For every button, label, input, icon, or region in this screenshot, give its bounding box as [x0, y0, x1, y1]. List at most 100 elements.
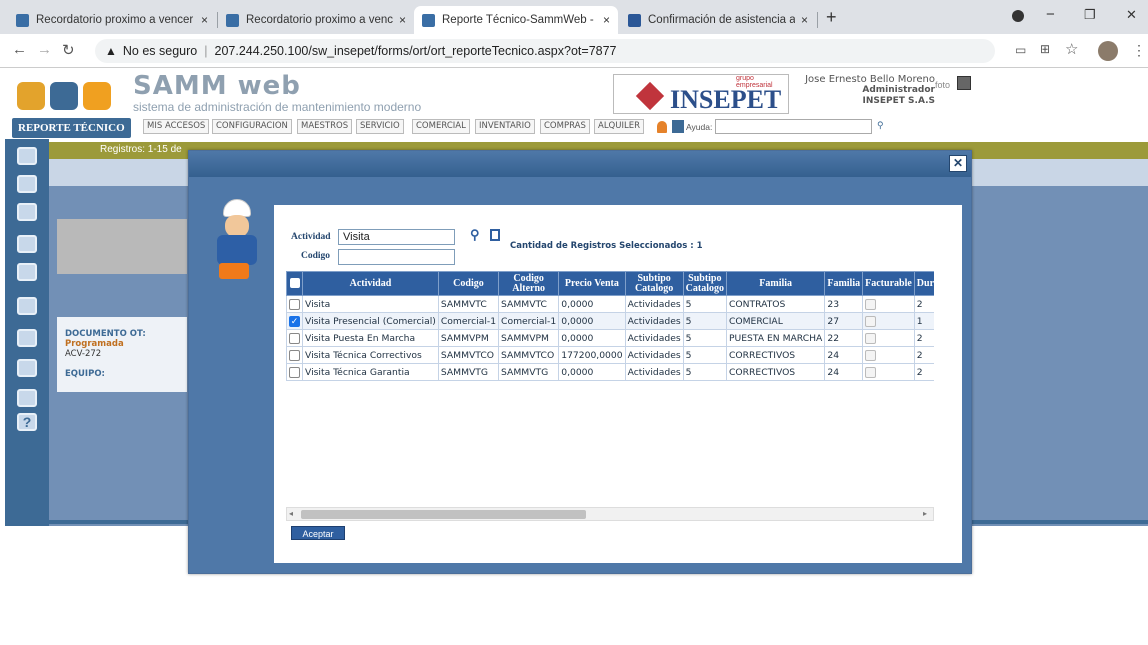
- calendar-icon[interactable]: [17, 389, 37, 407]
- profile-indicator-icon[interactable]: [1012, 10, 1024, 22]
- row-select-checkbox[interactable]: [289, 349, 300, 361]
- delete-icon[interactable]: [17, 297, 37, 315]
- menu-dots-icon[interactable]: ⋮: [1132, 42, 1146, 59]
- actividad-input[interactable]: Visita: [338, 229, 455, 245]
- select-all-checkbox[interactable]: [289, 278, 300, 289]
- search-icon[interactable]: [17, 203, 37, 221]
- table-row[interactable]: Visita Técnica Correctivos SAMMVTCO SAMMVT…: [286, 346, 934, 364]
- column-header[interactable]: Subtipo Catalogo: [624, 271, 684, 296]
- facturable-checkbox[interactable]: [865, 349, 877, 361]
- browser-tab-3[interactable]: Reporte Técnico-SammWeb - sist ×: [414, 6, 618, 34]
- close-icon[interactable]: ×: [603, 13, 610, 27]
- copy-icon[interactable]: [17, 175, 37, 193]
- table-row[interactable]: Visita SAMMVTC SAMMVTC 0,0000 Actividades 5 CO…: [286, 295, 934, 313]
- forward-icon[interactable]: →: [37, 41, 52, 58]
- url-bar[interactable]: ▲ No es seguro | 207.244.250.100/sw_inse…: [95, 39, 995, 63]
- menu-item-compras[interactable]: COMPRAS: [540, 119, 590, 134]
- scrollbar-thumb[interactable]: [301, 510, 586, 519]
- warning-icon: ▲: [105, 44, 117, 58]
- column-header[interactable]: Familia: [824, 271, 864, 296]
- menu-item-comercial[interactable]: COMERCIAL: [412, 119, 470, 134]
- column-header[interactable]: Subtipo Catalogo: [682, 271, 727, 296]
- select-cell[interactable]: [286, 346, 303, 364]
- security-label: No es seguro: [122, 44, 198, 58]
- column-header[interactable]: Duracion: [913, 271, 934, 296]
- menu-item-mis-accesos[interactable]: MIS ACCESOS: [143, 119, 210, 134]
- tool-icon[interactable]: [17, 235, 37, 253]
- bell-icon[interactable]: [657, 121, 667, 133]
- column-header[interactable]: Actividad: [302, 271, 439, 296]
- calendar-icon[interactable]: [672, 120, 684, 133]
- back-icon[interactable]: ←: [12, 41, 27, 58]
- new-document-icon[interactable]: [490, 229, 500, 241]
- column-header[interactable]: Precio Venta: [558, 271, 626, 296]
- table-row[interactable]: Visita Puesta En Marcha SAMMVPM SAMMVPM 0,0…: [286, 329, 934, 347]
- menu-item-inventario[interactable]: INVENTARIO: [475, 119, 535, 134]
- new-tab-button[interactable]: +: [826, 7, 837, 28]
- subtipo-id-cell: 5: [682, 295, 727, 313]
- browser-tab-4[interactable]: Confirmación de asistencia al eve ×: [620, 6, 816, 34]
- bookmark-star-icon[interactable]: ☆: [1065, 40, 1078, 58]
- new-document-icon[interactable]: [17, 147, 37, 165]
- select-all-column[interactable]: [286, 271, 303, 296]
- facturable-checkbox[interactable]: [865, 298, 877, 310]
- facturable-checkbox[interactable]: [865, 315, 877, 327]
- column-header[interactable]: Codigo Alterno: [498, 271, 560, 296]
- facturable-cell[interactable]: [862, 329, 915, 347]
- window-close-button[interactable]: ✕: [1126, 7, 1137, 23]
- row-select-checkbox[interactable]: [289, 332, 300, 344]
- select-cell[interactable]: ✓: [286, 312, 303, 330]
- menu-item-alquiler[interactable]: ALQUILER: [594, 119, 644, 134]
- maximize-button[interactable]: ❐: [1084, 7, 1096, 23]
- facturable-cell[interactable]: [862, 295, 915, 313]
- row-select-checkbox[interactable]: ✓: [289, 315, 300, 327]
- menu-item-configuracion[interactable]: CONFIGURACION: [212, 119, 292, 134]
- column-header[interactable]: Codigo: [437, 271, 500, 296]
- qr-icon[interactable]: ⊞: [1040, 42, 1050, 56]
- menu-item-maestros[interactable]: MAESTROS: [297, 119, 353, 134]
- row-select-checkbox[interactable]: [289, 366, 300, 378]
- print-icon[interactable]: [17, 263, 37, 281]
- minimize-button[interactable]: −: [1046, 6, 1055, 23]
- facturable-checkbox[interactable]: [865, 332, 877, 344]
- select-cell[interactable]: [286, 329, 303, 347]
- reload-icon[interactable]: ↻: [62, 41, 75, 59]
- activity-table: Actividad Codigo Codigo Alterno Precio V…: [286, 271, 934, 381]
- search-icon[interactable]: ⚲: [877, 120, 884, 131]
- row-select-checkbox[interactable]: [289, 298, 300, 310]
- cast-icon[interactable]: ▭: [1015, 43, 1026, 57]
- facturable-cell[interactable]: [862, 346, 915, 364]
- scroll-left-icon[interactable]: ◂: [289, 509, 293, 518]
- facturable-cell[interactable]: [862, 312, 915, 330]
- help-icon[interactable]: ?: [17, 413, 37, 431]
- facturable-cell[interactable]: [862, 363, 915, 381]
- close-icon[interactable]: ×: [201, 13, 208, 27]
- avatar[interactable]: [1098, 41, 1118, 61]
- close-icon[interactable]: ×: [399, 13, 406, 27]
- table-row[interactable]: ✓ Visita Presencial (Comercial) Comercial-…: [286, 312, 934, 330]
- menu-item-servicio[interactable]: SERVICIO: [356, 119, 404, 134]
- browser-tab-2[interactable]: Recordatorio proximo a vencer ×: [218, 6, 414, 34]
- close-icon[interactable]: ×: [801, 13, 808, 27]
- horizontal-scrollbar[interactable]: ◂ ▸: [286, 507, 934, 521]
- browser-tab-1[interactable]: Recordatorio proximo a vencer ×: [8, 6, 216, 34]
- column-header[interactable]: Facturable: [862, 271, 915, 296]
- codigo-alterno-cell: SAMMVTC: [498, 295, 560, 313]
- table-row[interactable]: Visita Técnica Garantia SAMMVTG SAMMVTG 0,0…: [286, 363, 934, 381]
- facturable-checkbox[interactable]: [865, 366, 877, 378]
- logout-icon[interactable]: [957, 76, 971, 90]
- familia-cell: CORRECTIVOS: [725, 346, 826, 364]
- search-icon[interactable]: ⚲: [470, 227, 480, 243]
- edit-icon[interactable]: [17, 329, 37, 347]
- select-cell[interactable]: [286, 363, 303, 381]
- select-cell[interactable]: [286, 295, 303, 313]
- column-header[interactable]: Familia: [725, 271, 826, 296]
- familia-cell: PUESTA EN MARCHA: [725, 329, 826, 347]
- help-search-input[interactable]: [715, 119, 872, 134]
- scroll-right-icon[interactable]: ▸: [923, 509, 927, 518]
- dialog-close-button[interactable]: ✕: [949, 155, 967, 172]
- precio-cell: 0,0000: [558, 295, 626, 313]
- accept-button[interactable]: Aceptar: [291, 526, 345, 540]
- attach-icon[interactable]: [17, 359, 37, 377]
- codigo-input[interactable]: [338, 249, 455, 265]
